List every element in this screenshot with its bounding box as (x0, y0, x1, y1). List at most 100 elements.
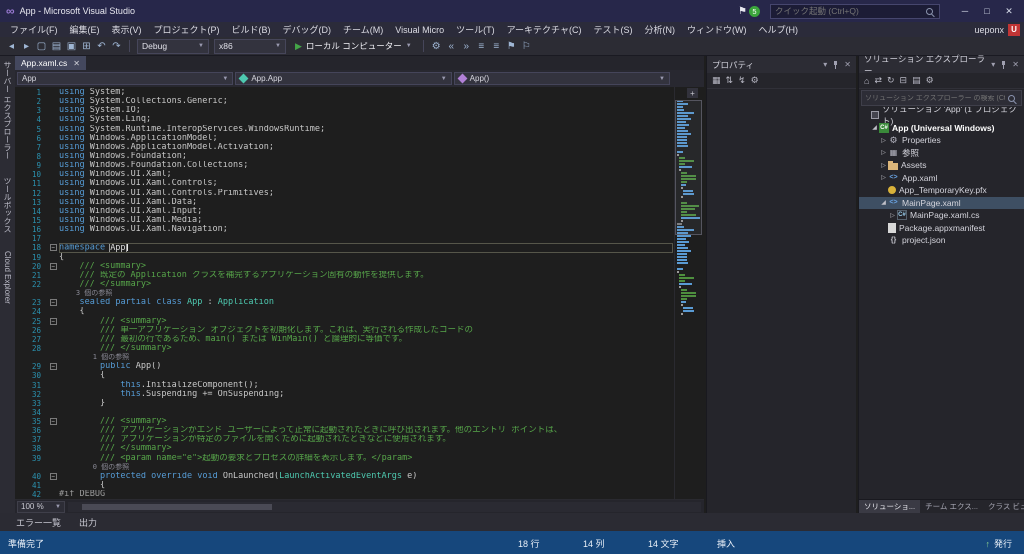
quick-launch-box[interactable] (770, 3, 940, 19)
code-row[interactable]: 10 using Windows.UI.Xaml; (15, 170, 673, 179)
collapse-box-icon[interactable]: − (49, 262, 57, 270)
code-text[interactable]: using Windows.UI.Xaml.Media; (59, 216, 673, 225)
menu-item[interactable]: 編集(E) (64, 22, 106, 37)
code-row[interactable]: 16 using Windows.UI.Xaml.Navigation; (15, 225, 673, 234)
project-dropdown[interactable]: App ▼ (17, 72, 234, 85)
show-all-files-icon[interactable]: ▤ (912, 75, 921, 86)
collapse-box-icon[interactable]: − (49, 418, 57, 426)
code-text[interactable]: using System.Linq; (59, 115, 673, 124)
chevron-closed-icon[interactable]: ▷ (879, 149, 888, 156)
code-text[interactable]: /// </summary> (59, 344, 673, 353)
menu-item[interactable]: プロジェクト(P) (148, 22, 226, 37)
menu-item[interactable]: ヘルプ(H) (752, 22, 804, 37)
code-text[interactable]: /// <summary> (59, 317, 673, 326)
gear-icon[interactable]: ⚙ (429, 39, 444, 54)
categorized-icon[interactable]: ▦ (712, 75, 721, 86)
menu-item[interactable]: Visual Micro (389, 24, 450, 36)
code-row[interactable]: 22 /// </summary> (15, 280, 673, 289)
close-icon[interactable]: ✕ (844, 60, 851, 69)
code-row[interactable]: 42 #if DEBUG (15, 490, 673, 499)
code-row[interactable]: 31 this.InitializeComponent(); (15, 381, 673, 390)
side-tool-window-tab[interactable]: Cloud Explorer (2, 249, 13, 306)
code-row[interactable]: 20− /// <summary> (15, 262, 673, 271)
code-text[interactable]: protected override void OnLaunched(Launc… (59, 472, 673, 481)
start-debugging-button[interactable]: ▶ ローカル コンピューター ▼ (289, 40, 418, 52)
solution-search-input[interactable] (862, 94, 1008, 102)
document-tab[interactable]: App.xaml.cs ✕ (15, 56, 86, 70)
code-row[interactable]: 40− protected override void OnLaunched(L… (15, 472, 673, 481)
navigate-forward-icon[interactable]: ▸ (19, 39, 34, 54)
menu-item[interactable]: 表示(V) (106, 22, 148, 37)
alphabetical-icon[interactable]: ⇅ (726, 75, 734, 86)
outlining-margin[interactable]: − (47, 418, 59, 426)
code-text[interactable]: using System.IO; (59, 106, 673, 115)
code-text[interactable]: using Windows.UI.Xaml.Data; (59, 198, 673, 207)
horizontal-scrollbar[interactable] (68, 501, 701, 512)
outlining-margin[interactable]: − (47, 244, 59, 252)
code-row[interactable]: 38 /// </summary> (15, 444, 673, 453)
split-window-button[interactable]: + (687, 88, 698, 98)
menu-item[interactable]: テスト(S) (587, 22, 638, 37)
configuration-dropdown[interactable]: Debug ▼ (137, 38, 209, 54)
code-editor[interactable]: 1 using System; 2 using System.Collections.… (15, 87, 704, 499)
tree-item[interactable]: ソリューション 'App' (1 プロジェクト) (859, 107, 1024, 126)
code-text[interactable]: 3 個の参照 (59, 289, 673, 298)
code-row[interactable]: 18− namespace App (15, 243, 673, 253)
code-row[interactable]: 13 using Windows.UI.Xaml.Data; (15, 198, 673, 207)
code-row[interactable]: 29− public App() (15, 362, 673, 371)
code-row[interactable]: 0 個の参照 (15, 463, 673, 472)
code-text[interactable]: sealed partial class App : Application (59, 298, 673, 307)
window-menu-icon[interactable]: ▾ (991, 60, 995, 69)
tree-item[interactable]: ▷ C# MainPage.xaml.cs (859, 209, 1024, 222)
menu-item[interactable]: ツール(T) (450, 22, 501, 37)
code-row[interactable]: 9 using Windows.Foundation.Collections; (15, 161, 673, 170)
code-text[interactable]: using System.Runtime.InteropServices.Win… (59, 125, 673, 134)
code-text[interactable]: /// <param name="e">起動の要求とプロセスの詳細を表示します。… (59, 454, 673, 463)
menu-item[interactable]: 分析(N) (638, 22, 681, 37)
zoom-dropdown[interactable]: 100 % ▼ (17, 500, 65, 513)
tree-item[interactable]: ▷ <> App.xaml (859, 172, 1024, 185)
navigate-back-icon[interactable]: ◂ (4, 39, 19, 54)
code-text[interactable]: #if DEBUG (59, 490, 673, 499)
redo-icon[interactable]: ↷ (109, 39, 124, 54)
tree-item[interactable]: ▷ Assets (859, 159, 1024, 172)
code-row[interactable]: 6 using Windows.ApplicationModel; (15, 134, 673, 143)
code-text[interactable]: public App() (59, 362, 673, 371)
platform-dropdown[interactable]: x86 ▼ (214, 38, 286, 54)
code-text[interactable]: using Windows.Foundation; (59, 152, 673, 161)
code-row[interactable]: 37 /// アプリケーションが特定のファイルを開くために起動されたときなどに使… (15, 435, 673, 444)
code-text[interactable]: 1 個の参照 (59, 353, 673, 362)
horizontal-scrollbar-thumb[interactable] (82, 503, 272, 510)
account-area[interactable]: ueponx U (974, 23, 1024, 36)
code-row[interactable]: 19 { (15, 253, 673, 262)
maximize-button[interactable]: □ (976, 3, 998, 19)
tree-item[interactable]: ▷ ⚙ Properties (859, 134, 1024, 147)
tree-item[interactable]: ▷ ▦ 参照 (859, 147, 1024, 160)
code-row[interactable]: 39 /// <param name="e">起動の要求とプロセスの詳細を表示し… (15, 454, 673, 463)
member-dropdown[interactable]: App() ▼ (453, 72, 670, 85)
undo-icon[interactable]: ↶ (94, 39, 109, 54)
uncomment-icon[interactable]: ≡ (489, 39, 504, 54)
new-file-icon[interactable]: ▢ (34, 39, 49, 54)
collapse-box-icon[interactable]: − (49, 244, 57, 252)
bookmark-clear-icon[interactable]: ⚐ (519, 39, 534, 54)
tool-window-tab[interactable]: チーム エクス... (920, 500, 983, 513)
outlining-margin[interactable]: − (47, 317, 59, 325)
code-row[interactable]: 28 /// </summary> (15, 344, 673, 353)
code-text[interactable]: /// <summary> (59, 417, 673, 426)
bookmark-icon[interactable]: ⚑ (504, 39, 519, 54)
comment-icon[interactable]: ≡ (474, 39, 489, 54)
type-dropdown[interactable]: App.App ▼ (235, 72, 452, 85)
collapse-all-icon[interactable]: ⊟ (900, 75, 908, 86)
code-text[interactable]: using Windows.Foundation.Collections; (59, 161, 673, 170)
code-row[interactable]: 17 (15, 234, 673, 243)
code-text[interactable]: { (59, 481, 673, 490)
code-text[interactable]: { (59, 253, 673, 262)
events-icon[interactable]: ↯ (738, 75, 746, 86)
code-row[interactable]: 23− sealed partial class App : Applicati… (15, 298, 673, 307)
window-menu-icon[interactable]: ▾ (823, 60, 827, 69)
outlining-margin[interactable]: − (47, 472, 59, 480)
properties-panel-header[interactable]: プロパティ ▾ ✕ (707, 56, 856, 73)
properties-icon[interactable]: ⚙ (926, 75, 934, 86)
code-row[interactable]: 32 this.Suspending += OnSuspending; (15, 390, 673, 399)
